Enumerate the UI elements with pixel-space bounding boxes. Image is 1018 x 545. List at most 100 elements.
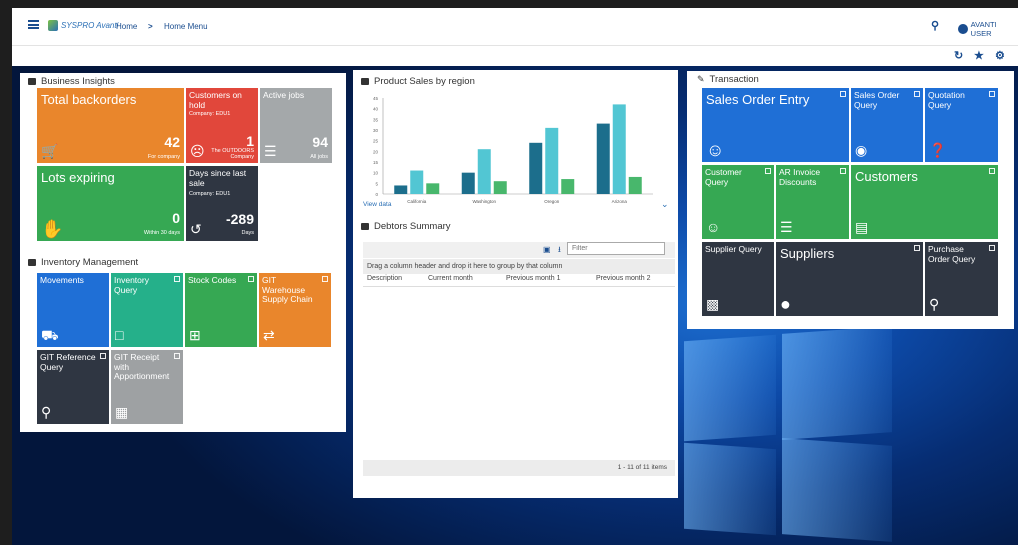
download-icon[interactable]: ⭳ — [558, 244, 561, 258]
tile-title: Sales Order Entry — [706, 92, 810, 107]
tile-lots-expiring[interactable]: Lots expiring 0 Within 30 days ✋ — [37, 166, 184, 241]
tile-sales-order-entry[interactable]: Sales Order Entry ☺ — [702, 88, 849, 162]
tile-value: 42 — [164, 134, 180, 150]
tile-total-backorders[interactable]: Total backorders 42 For company 🛒 — [37, 88, 184, 163]
group-drop-zone[interactable]: Drag a column header and drop it here to… — [363, 259, 675, 274]
col-current-month[interactable]: Current month — [428, 275, 473, 282]
tile-value: -289 — [225, 211, 254, 227]
excel-icon[interactable]: ▣ — [543, 245, 551, 254]
tile-title: Total backorders — [41, 92, 137, 107]
sales-chart: 0 5 10 15 20 25 30 35 40 45 California Washington Or… — [373, 96, 653, 204]
tile-git-receipt[interactable]: GIT Receipt with Apportionment ▦ — [111, 350, 183, 424]
chart-bar — [410, 170, 424, 194]
search-icon[interactable]: ⚲ — [931, 19, 939, 32]
tile-title: Supplier Query — [705, 244, 762, 254]
settings-icon[interactable]: ⚙ — [995, 49, 1005, 62]
expand-icon — [322, 276, 328, 282]
tile-caption: Within 30 days — [143, 230, 180, 236]
tile-customer-query[interactable]: Customer Query ☺ — [702, 165, 774, 239]
tile-movements[interactable]: Movements ⛟ — [37, 273, 109, 347]
star-icon[interactable]: ★ — [974, 49, 984, 62]
tile-git-warehouse[interactable]: GIT Warehouse Supply Chain ⇄ — [259, 273, 331, 347]
tile-title: Days since last sale — [189, 168, 247, 188]
y-tick-label: 30 — [373, 128, 379, 133]
tile-caption: Days — [241, 230, 254, 236]
tile-caption: All jobs — [310, 154, 328, 160]
y-tick-label: 20 — [373, 149, 379, 154]
tile-supplier-query[interactable]: Supplier Query ▩ — [702, 242, 774, 316]
x-tick-label: California — [407, 199, 427, 204]
tile-git-reference-query[interactable]: GIT Reference Query ⚲ — [37, 350, 109, 424]
col-previous-month-2[interactable]: Previous month 2 — [596, 275, 650, 282]
tile-active-jobs[interactable]: Active jobs 94 All jobs ☰ — [260, 88, 332, 163]
chart-bar — [493, 181, 507, 194]
tile-inventory-query[interactable]: Inventory Query □ — [111, 273, 183, 347]
hand-icon: ✋ — [41, 219, 64, 239]
tile-value: 1 — [246, 133, 254, 149]
x-tick-label: Oregon — [544, 199, 560, 204]
chart-bar — [612, 104, 626, 194]
expand-icon — [100, 353, 106, 359]
tile-title: Quotation Query — [928, 90, 965, 110]
col-description[interactable]: Description — [367, 275, 402, 282]
message-icon: ▦ — [115, 404, 129, 420]
pencil-icon: ✎ — [697, 74, 705, 84]
breadcrumb-home[interactable]: Home — [116, 22, 137, 31]
tile-purchase-order-query[interactable]: Purchase Order Query ⚲ — [925, 242, 998, 316]
tile-quotation-query[interactable]: Quotation Query ❓ — [925, 88, 998, 162]
col-previous-month-1[interactable]: Previous month 1 — [506, 275, 560, 282]
y-tick-label: 15 — [373, 160, 379, 165]
menu-icon[interactable] — [28, 20, 39, 29]
transaction-title: ✎ Transaction — [697, 74, 759, 85]
tile-subtitle: Company: EDU1 — [189, 191, 231, 197]
filter-input[interactable] — [567, 242, 665, 255]
x-tick-label: Arizona — [612, 199, 628, 204]
history-icon: ↺ — [190, 221, 202, 237]
chart-bar — [628, 176, 642, 194]
tile-suppliers[interactable]: Suppliers ● — [776, 242, 923, 316]
view-data-link[interactable]: View data — [363, 201, 391, 208]
tile-customers-on-hold[interactable]: Customers on hold Company: EDU1 1 The OU… — [186, 88, 258, 163]
tile-value: 94 — [312, 134, 328, 150]
inventory-title: Inventory Management — [28, 257, 138, 268]
chevron-down-icon[interactable]: ⌄ — [661, 199, 669, 210]
tile-days-since-last-sale[interactable]: Days since last sale Company: EDU1 -289 … — [186, 166, 258, 241]
y-tick-label: 45 — [373, 96, 379, 101]
y-tick-label: 0 — [375, 192, 378, 197]
expand-icon — [174, 353, 180, 359]
expand-icon — [840, 168, 846, 174]
monitor-frame: SYSPRO Avanti Home > Home Menu ⚲ AVANTI … — [0, 0, 1018, 545]
chart-bar — [596, 123, 610, 194]
user-menu[interactable]: AVANTI USER — [958, 20, 1018, 38]
tile-title: Active jobs — [263, 90, 305, 100]
breadcrumb-current: Home Menu — [164, 22, 208, 31]
tile-customers[interactable]: Customers ▤ — [851, 165, 998, 239]
inventory-label: Inventory Management — [41, 257, 139, 268]
chart-bar — [461, 172, 475, 194]
table-pager: 1 - 11 of 11 items — [363, 460, 675, 476]
business-insights-title: Business Insights — [28, 76, 115, 87]
chart-bar — [477, 149, 491, 194]
tile-title: Lots expiring — [41, 170, 115, 185]
tile-sales-order-query[interactable]: Sales Order Query ◉ — [851, 88, 923, 162]
transaction-label: Transaction — [709, 74, 759, 85]
product-sales-title: Product Sales by region — [361, 76, 475, 87]
brand-logo[interactable]: SYSPRO Avanti — [48, 18, 118, 32]
top-bar: SYSPRO Avanti Home > Home Menu ⚲ AVANTI … — [12, 8, 1018, 46]
tile-ar-invoice-discounts[interactable]: AR Invoice Discounts ☰ — [776, 165, 849, 239]
cart-icon: 🛒 — [41, 143, 59, 159]
tile-title: Inventory Query — [114, 275, 149, 295]
tile-value: 0 — [172, 210, 180, 226]
search-box-icon: ⚲ — [41, 404, 52, 420]
tile-title: Customer Query — [705, 167, 742, 187]
user-name: AVANTI USER — [970, 20, 997, 38]
sad-face-icon: ☹ — [190, 143, 205, 159]
brand-name: SYSPRO Avanti — [61, 20, 119, 30]
left-panel: Business Insights Total backorders 42 Fo… — [20, 73, 346, 432]
tile-title: Customers — [855, 169, 918, 184]
wallpaper-beam — [684, 334, 776, 442]
refresh-icon[interactable]: ↻ — [954, 49, 963, 62]
desktop: SYSPRO Avanti Home > Home Menu ⚲ AVANTI … — [12, 8, 1018, 545]
tile-stock-codes[interactable]: Stock Codes ⊞ — [185, 273, 257, 347]
expand-icon — [989, 245, 995, 251]
